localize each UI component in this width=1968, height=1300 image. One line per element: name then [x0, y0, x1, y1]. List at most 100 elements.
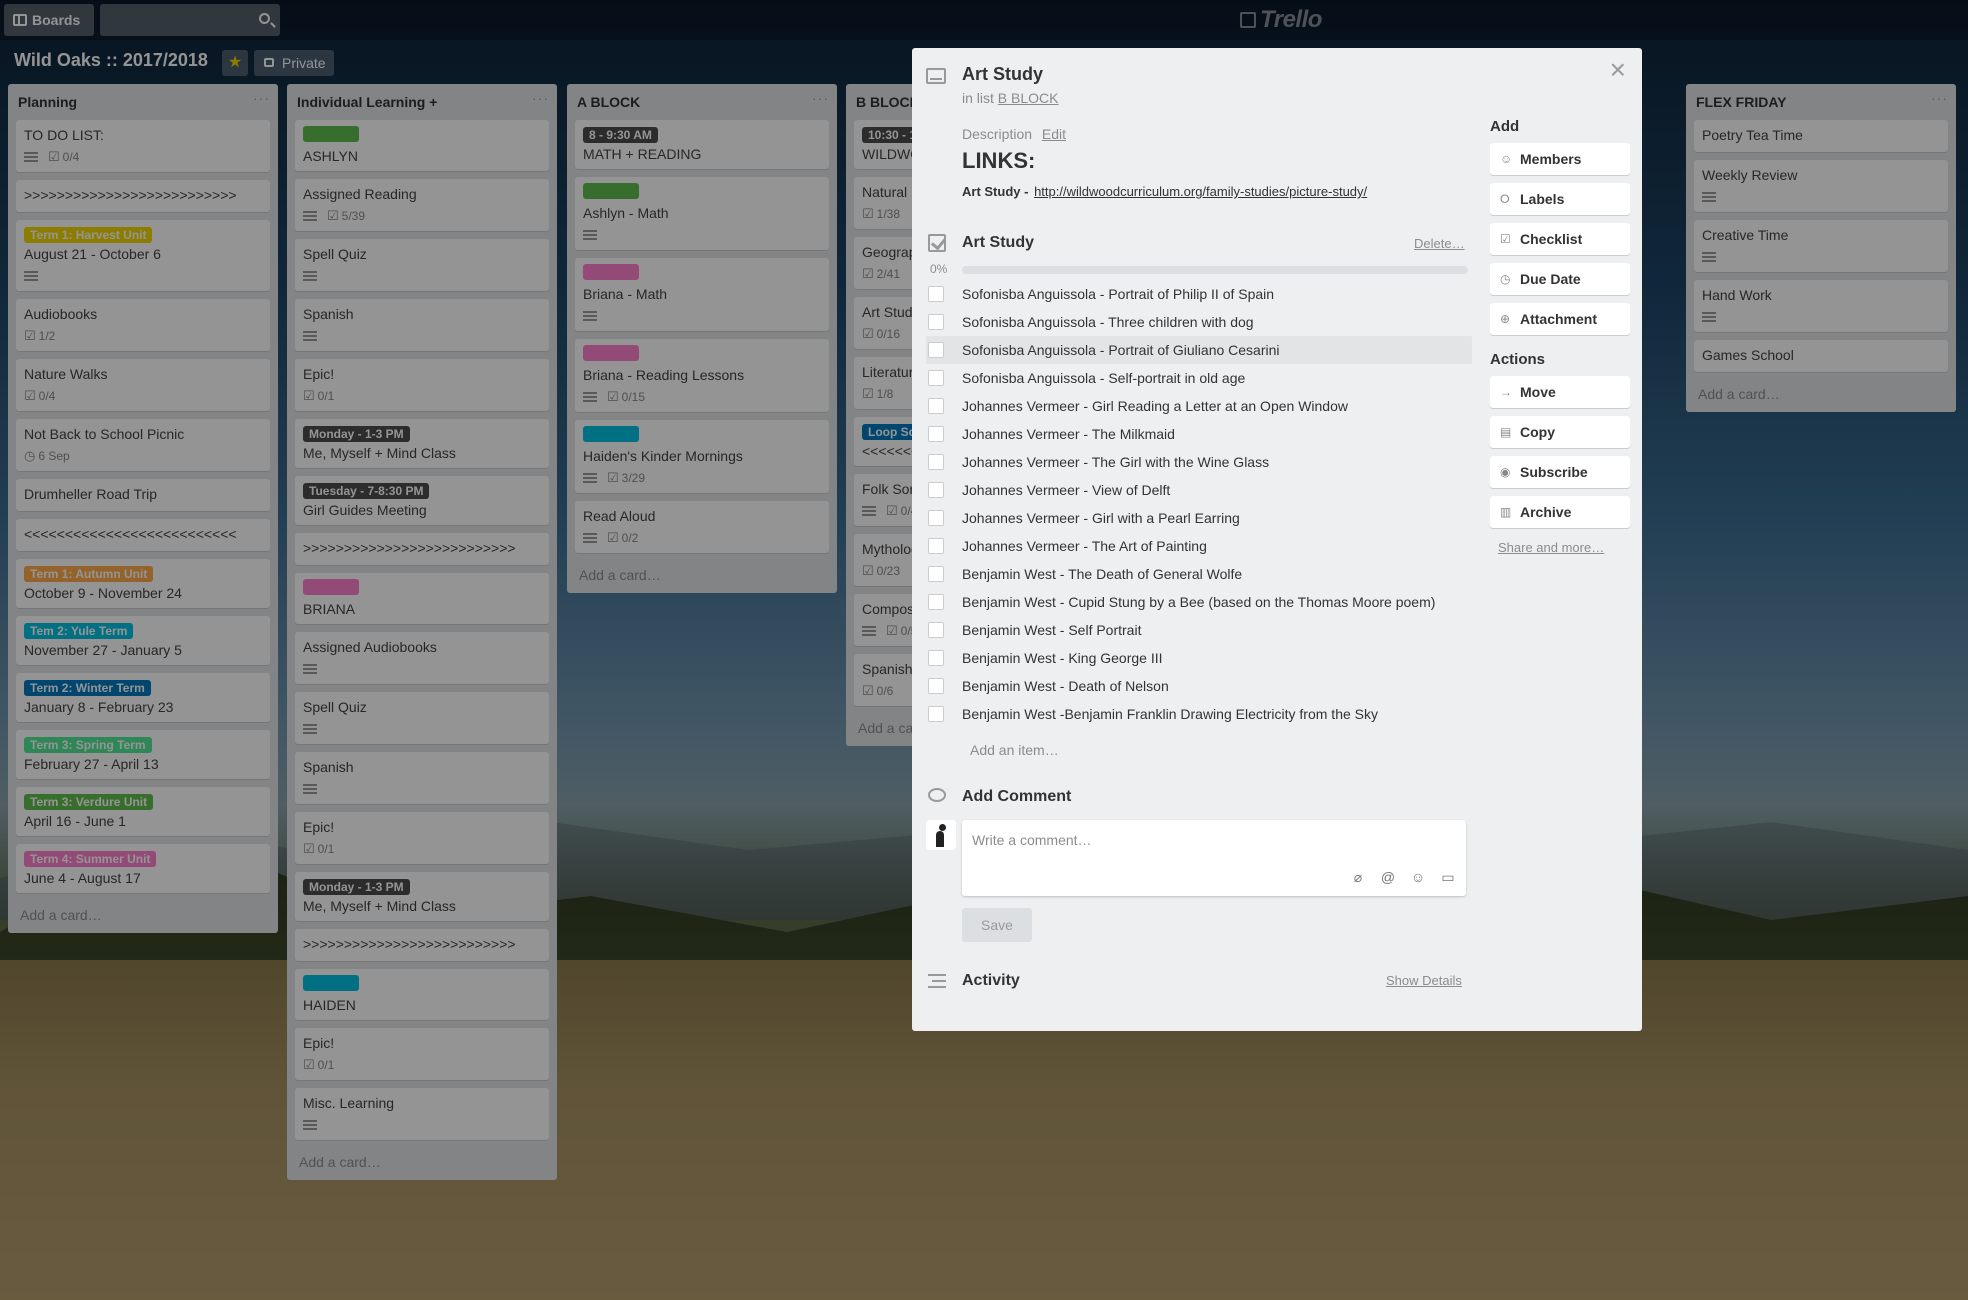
button-label: Labels — [1520, 191, 1565, 207]
checklist-item[interactable]: Sofonisba Anguissola - Self-portrait in … — [926, 364, 1472, 392]
checklist-checkbox[interactable] — [928, 678, 944, 694]
attachment-button[interactable]: ⊕ Attachment — [1490, 303, 1630, 335]
checklist-item[interactable]: Johannes Vermeer - Girl Reading a Letter… — [926, 392, 1472, 420]
checklist-item-text: Johannes Vermeer - The Girl with the Win… — [962, 454, 1270, 470]
button-label: Due Date — [1520, 271, 1581, 287]
add-buttons: ☺ Members ⭘ Labels ☑ Checklist ◷ Due Date ⊕ Attac… — [1490, 143, 1630, 335]
checklist-item[interactable]: Benjamin West - Self Portrait — [926, 616, 1472, 644]
add-checklist-item[interactable]: Add an item… — [970, 742, 1059, 758]
checklist-item-text: Benjamin West - King George III — [962, 650, 1163, 666]
card-list-info: in list B BLOCK — [962, 90, 1059, 106]
action-buttons: → Move ▤ Copy ◉ Subscribe ▥ Archive — [1490, 376, 1630, 528]
checklist-checkbox[interactable] — [928, 370, 944, 386]
checklist-item-text: Sofonisba Anguissola - Self-portrait in … — [962, 370, 1246, 386]
due-date-button[interactable]: ◷ Due Date — [1490, 263, 1630, 295]
checklist-checkbox[interactable] — [928, 314, 944, 330]
checklist-checkbox[interactable] — [928, 538, 944, 554]
description-edit-link[interactable]: Edit — [1042, 126, 1066, 142]
avatar[interactable] — [926, 820, 956, 850]
description-title: Description — [962, 126, 1033, 142]
checklist-progress-label: 0% — [930, 262, 948, 276]
checklist-item[interactable]: Benjamin West - Death of Nelson — [926, 672, 1472, 700]
checklist-checkbox[interactable] — [928, 650, 944, 666]
comment-tools: ⌀ @ ☺ ▭ — [1350, 869, 1456, 886]
checklist-item-text: Johannes Vermeer - The Milkmaid — [962, 426, 1175, 442]
description-label: Description Edit — [962, 126, 1066, 142]
arrow-right-icon: → — [1500, 385, 1512, 399]
checklist-item[interactable]: Johannes Vermeer - The Girl with the Win… — [926, 448, 1472, 476]
paperclip-icon[interactable]: ⌀ — [1350, 869, 1366, 886]
comment-icon — [928, 788, 946, 802]
checklist-item[interactable]: Benjamin West - The Death of General Wol… — [926, 560, 1472, 588]
checklist-item[interactable]: Johannes Vermeer - Girl with a Pearl Ear… — [926, 504, 1472, 532]
checklist-checkbox[interactable] — [928, 398, 944, 414]
checklist-items: Sofonisba Anguissola - Portrait of Phili… — [926, 280, 1472, 728]
show-details-link[interactable]: Show Details — [1386, 973, 1462, 988]
checklist-item[interactable]: Sofonisba Anguissola - Portrait of Giuli… — [926, 336, 1472, 364]
checklist-title[interactable]: Art Study — [962, 234, 1034, 252]
button-label: Archive — [1520, 504, 1572, 520]
button-label: Attachment — [1520, 311, 1598, 327]
activity-icon — [928, 974, 946, 988]
checklist-item-text: Benjamin West - Cupid Stung by a Bee (ba… — [962, 594, 1436, 610]
checklist-checkbox[interactable] — [928, 706, 944, 722]
checklist-checkbox[interactable] — [928, 482, 944, 498]
description-heading: LINKS: — [962, 148, 1036, 173]
button-label: Copy — [1520, 424, 1555, 440]
member-icon: ☺ — [1500, 152, 1513, 166]
description-url-link[interactable]: http://wildwoodcurriculum.org/family-stu… — [1034, 184, 1367, 199]
checklist-checkbox[interactable] — [928, 566, 944, 582]
checklist-button[interactable]: ☑ Checklist — [1490, 223, 1630, 255]
actions-heading: Actions — [1490, 351, 1546, 368]
checklist-item-text: Johannes Vermeer - The Art of Painting — [962, 538, 1207, 554]
card-attach-icon[interactable]: ▭ — [1440, 869, 1456, 886]
checklist-checkbox[interactable] — [928, 510, 944, 526]
checklist-icon — [928, 234, 946, 252]
label-icon: ⭘ — [1500, 192, 1510, 206]
checklist-item-text: Benjamin West - The Death of General Wol… — [962, 566, 1243, 582]
checklist-checkbox[interactable] — [928, 286, 944, 302]
checklist-item[interactable]: Benjamin West -Benjamin Franklin Drawing… — [926, 700, 1472, 728]
move-button[interactable]: → Move — [1490, 376, 1630, 408]
checklist-item-text: Sofonisba Anguissola - Three children wi… — [962, 314, 1254, 330]
archive-icon: ▥ — [1500, 505, 1512, 519]
button-label: Checklist — [1520, 231, 1583, 247]
checklist-item-text: Benjamin West - Death of Nelson — [962, 678, 1169, 694]
labels-button[interactable]: ⭘ Labels — [1490, 183, 1630, 215]
checklist-item-text: Johannes Vermeer - View of Delft — [962, 482, 1171, 498]
in-list-link[interactable]: B BLOCK — [998, 90, 1059, 106]
comment-input[interactable]: Write a comment… ⌀ @ ☺ ▭ — [962, 820, 1466, 896]
checklist-delete-link[interactable]: Delete… — [1414, 236, 1465, 251]
card-detail-modal: × Art Study in list B BLOCK Description … — [912, 48, 1642, 1031]
save-button[interactable]: Save — [962, 908, 1032, 942]
checklist-item[interactable]: Johannes Vermeer - The Milkmaid — [926, 420, 1472, 448]
checklist-item-text: Sofonisba Anguissola - Portrait of Giuli… — [962, 342, 1280, 358]
checklist-checkbox[interactable] — [928, 426, 944, 442]
description-link-label: Art Study - — [962, 184, 1029, 199]
checklist-item[interactable]: Benjamin West - King George III — [926, 644, 1472, 672]
description-link-line: Art Study - http://wildwoodcurriculum.or… — [962, 184, 1367, 199]
copy-button[interactable]: ▤ Copy — [1490, 416, 1630, 448]
subscribe-button[interactable]: ◉ Subscribe — [1490, 456, 1630, 488]
share-and-more-link[interactable]: Share and more… — [1498, 540, 1630, 555]
checklist-item-text: Johannes Vermeer - Girl with a Pearl Ear… — [962, 510, 1240, 526]
checklist-item[interactable]: Sofonisba Anguissola - Portrait of Phili… — [926, 280, 1472, 308]
checklist-item[interactable]: Sofonisba Anguissola - Three children wi… — [926, 308, 1472, 336]
button-label: Subscribe — [1520, 464, 1588, 480]
checklist-item-text: Johannes Vermeer - Girl Reading a Letter… — [962, 398, 1348, 414]
card-title[interactable]: Art Study — [962, 64, 1043, 85]
checklist-checkbox[interactable] — [928, 342, 944, 358]
mention-icon[interactable]: @ — [1380, 869, 1396, 886]
checklist-item[interactable]: Johannes Vermeer - View of Delft — [926, 476, 1472, 504]
checklist-checkbox[interactable] — [928, 594, 944, 610]
checklist-checkbox[interactable] — [928, 622, 944, 638]
checklist-item[interactable]: Johannes Vermeer - The Art of Painting — [926, 532, 1472, 560]
checklist-item-text: Benjamin West - Self Portrait — [962, 622, 1142, 638]
checklist-item[interactable]: Benjamin West - Cupid Stung by a Bee (ba… — [926, 588, 1472, 616]
close-icon[interactable]: × — [1610, 56, 1626, 84]
emoji-icon[interactable]: ☺ — [1410, 869, 1426, 886]
archive-button[interactable]: ▥ Archive — [1490, 496, 1630, 528]
in-list-prefix: in list — [962, 90, 994, 106]
members-button[interactable]: ☺ Members — [1490, 143, 1630, 175]
checklist-checkbox[interactable] — [928, 454, 944, 470]
